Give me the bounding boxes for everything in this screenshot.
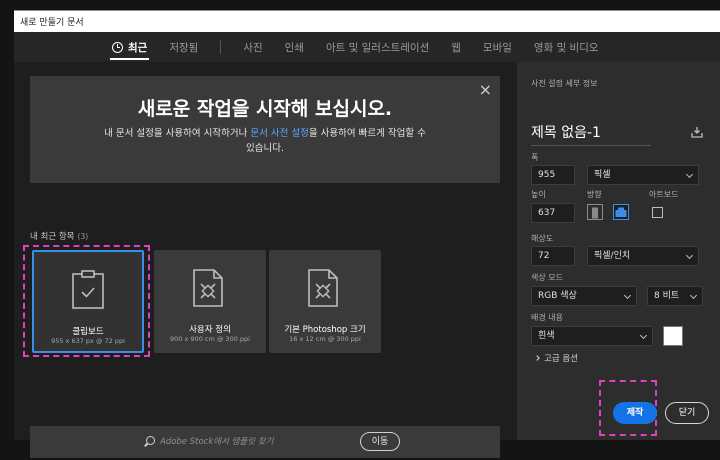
tab-film-video[interactable]: 영화 및 비디오: [534, 32, 599, 62]
recent-item-default-photoshop-size[interactable]: 기본 Photoshop 크기 16 x 12 cm @ 300 ppi: [269, 250, 381, 353]
stock-search-bar: 이동: [30, 426, 500, 458]
tab-label: 사진: [243, 41, 263, 54]
portrait-icon: [592, 207, 598, 219]
recent-count: (3): [77, 232, 89, 241]
background-value: 흰색: [538, 331, 555, 341]
tab-art-illustration[interactable]: 아트 및 일러스트레이션: [326, 32, 429, 62]
tab-photo[interactable]: 사진: [243, 32, 262, 62]
document-brush-icon: [308, 269, 338, 307]
preset-details-pane: 사전 설정 세부 정보 제목 없음-1 폭 픽셀 높이 방향 아트보드 해상도 …: [517, 62, 720, 440]
background-select[interactable]: 흰색: [531, 326, 653, 346]
resolution-input[interactable]: [531, 246, 575, 266]
advanced-options-toggle[interactable]: 고급 옵션: [534, 352, 578, 364]
welcome-desc-before: 내 문서 설정을 사용하여 시작하거나: [104, 128, 251, 139]
save-preset-icon[interactable]: [691, 126, 703, 138]
create-button[interactable]: 제작: [613, 402, 657, 424]
artboard-checkbox[interactable]: [652, 207, 663, 218]
resolution-unit-select[interactable]: 픽셀/인치: [587, 246, 699, 266]
width-unit-select[interactable]: 픽셀: [587, 165, 699, 185]
bit-depth-value: 8 비트: [654, 291, 680, 301]
portrait-orientation-button[interactable]: [587, 204, 603, 220]
recent-item-name: 기본 Photoshop 크기: [284, 325, 366, 335]
color-mode-label: 색상 모드: [531, 273, 563, 282]
recent-items-label: 내 최근 항목 (3): [30, 230, 88, 242]
tab-print[interactable]: 인쇄: [285, 32, 304, 62]
tab-mobile[interactable]: 모바일: [483, 32, 512, 62]
bit-depth-select[interactable]: 8 비트: [647, 286, 703, 306]
clock-icon: [112, 41, 123, 53]
tab-label: 저장됨: [169, 41, 199, 54]
window-title: 새로 만들기 문서: [20, 18, 84, 28]
recent-item-custom[interactable]: 사용자 정의 900 x 900 cm @ 300 ppi: [154, 250, 266, 353]
tab-label: 영화 및 비디오: [533, 41, 599, 54]
recent-item-spec: 900 x 900 cm @ 300 ppi: [170, 335, 250, 343]
document-brush-icon: [193, 269, 223, 307]
orientation-label: 방향: [587, 190, 602, 199]
landscape-icon: [615, 207, 627, 217]
category-tabs: 최근 저장됨 사진 인쇄 아트 및 일러스트레이션 웹 모바일 영화 및 비디오: [14, 32, 720, 62]
recent-item-spec: 16 x 12 cm @ 300 ppi: [289, 335, 361, 343]
document-name-field[interactable]: 제목 없음-1: [531, 122, 651, 146]
color-mode-value: RGB 색상: [538, 291, 577, 301]
welcome-heading: 새로운 작업을 시작해 보십시오.: [137, 98, 393, 120]
search-icon: [146, 436, 155, 445]
color-mode-select[interactable]: RGB 색상: [531, 286, 637, 306]
tab-web[interactable]: 웹: [451, 32, 461, 62]
chevron-down-icon: [689, 291, 698, 300]
tab-label: 모바일: [482, 41, 512, 54]
recent-pane: 새로운 작업을 시작해 보십시오. 내 문서 설정을 사용하여 시작하거나 문서…: [14, 62, 517, 458]
height-input[interactable]: [531, 203, 575, 223]
width-label: 폭: [531, 153, 539, 162]
tab-saved[interactable]: 저장됨: [169, 32, 198, 62]
background-color-swatch[interactable]: [663, 326, 683, 346]
close-icon[interactable]: ×: [479, 80, 492, 99]
artboard-label: 아트보드: [649, 190, 679, 199]
chevron-right-icon: [534, 355, 540, 361]
tab-label: 웹: [451, 41, 461, 54]
width-input[interactable]: [531, 165, 575, 185]
advanced-options-label: 고급 옵션: [544, 354, 578, 364]
preset-details-label: 사전 설정 세부 정보: [531, 79, 598, 88]
window-title-bar: 새로 만들기 문서: [14, 10, 720, 32]
welcome-description: 내 문서 설정을 사용하여 시작하거나 문서 사전 설정을 사용하여 빠르게 작…: [100, 126, 430, 156]
new-document-dialog: 최근 저장됨 사진 인쇄 아트 및 일러스트레이션 웹 모바일 영화 및 비디오…: [14, 32, 720, 458]
document-presets-link[interactable]: 문서 사전 설정: [250, 128, 308, 139]
close-button[interactable]: 닫기: [665, 402, 709, 424]
tab-label: 최근: [128, 41, 148, 54]
background-label: 배경 내용: [531, 313, 563, 322]
tab-divider: [220, 40, 222, 54]
chevron-down-icon: [639, 331, 648, 340]
chevron-down-icon: [623, 291, 632, 300]
tab-recent[interactable]: 최근: [109, 32, 150, 62]
chevron-down-icon: [685, 170, 694, 179]
recent-label-text: 내 최근 항목: [30, 232, 75, 242]
tab-label: 아트 및 일러스트레이션: [325, 41, 430, 54]
resolution-unit-value: 픽셀/인치: [594, 251, 631, 261]
highlight-box-clipboard: [23, 245, 150, 357]
resolution-label: 해상도: [531, 234, 554, 243]
recent-item-name: 사용자 정의: [189, 325, 231, 335]
chevron-down-icon: [685, 251, 694, 260]
width-unit-value: 픽셀: [594, 170, 611, 180]
go-button[interactable]: 이동: [360, 432, 400, 451]
height-label: 높이: [531, 190, 546, 199]
tab-label: 인쇄: [284, 41, 304, 54]
landscape-orientation-button[interactable]: [613, 204, 629, 220]
stock-search-input[interactable]: [160, 434, 340, 450]
welcome-banner: 새로운 작업을 시작해 보십시오. 내 문서 설정을 사용하여 시작하거나 문서…: [30, 76, 500, 183]
